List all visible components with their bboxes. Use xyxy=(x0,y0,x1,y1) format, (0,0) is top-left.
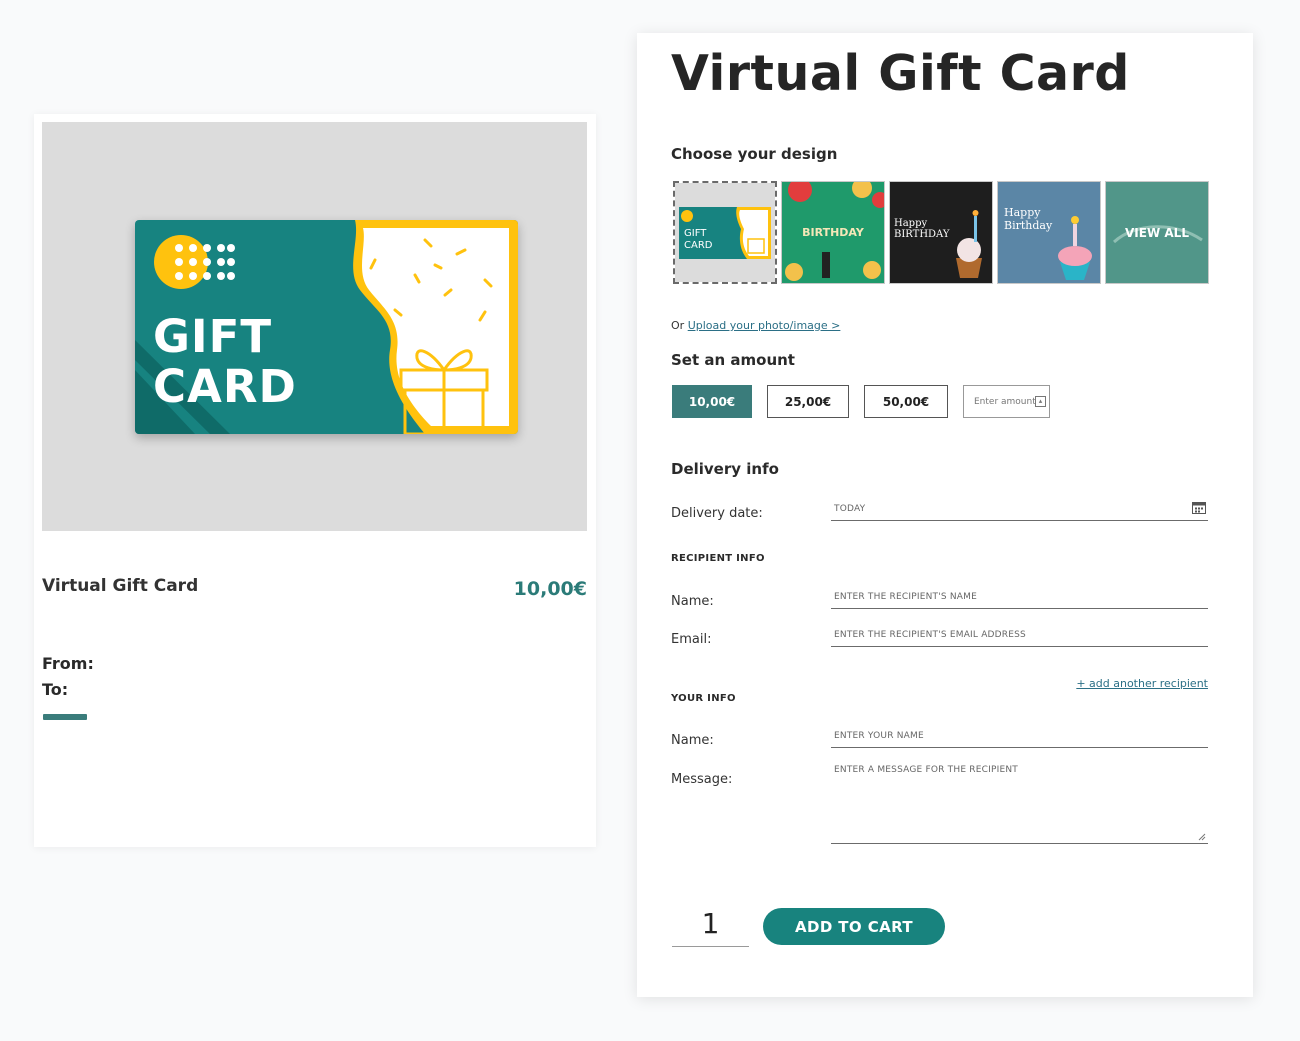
design-label: BIRTHDAY xyxy=(802,226,864,239)
delivery-date-label: Delivery date: xyxy=(671,506,763,521)
custom-amount-input[interactable]: Enter amount ▴ xyxy=(963,385,1050,418)
gift-card-preview: GIFT CARD Virtual Gift Card 10,00€ From:… xyxy=(34,114,596,847)
design-label: GIFT CARD xyxy=(684,228,713,251)
upload-line: Or Upload your photo/image > xyxy=(671,319,840,332)
preview-price: 10,00€ xyxy=(513,578,587,600)
page-title: Virtual Gift Card xyxy=(671,45,1130,102)
view-all-designs-button[interactable]: VIEW ALL xyxy=(1105,181,1209,284)
gift-card-artwork: GIFT CARD xyxy=(135,220,518,434)
amount-option-10[interactable]: 10,00€ xyxy=(672,385,752,418)
preview-accent-bar xyxy=(43,714,87,720)
delivery-date-value: TODAY xyxy=(834,504,866,514)
amount-option-50[interactable]: 50,00€ xyxy=(864,385,948,418)
recipient-email-label: Email: xyxy=(671,632,712,647)
recipient-section-label: RECIPIENT INFO xyxy=(671,553,765,564)
gift-card-form: Virtual Gift Card Choose your design GIF… xyxy=(637,33,1253,997)
your-name-input[interactable]: ENTER YOUR NAME xyxy=(831,731,1208,748)
amount-option-25[interactable]: 25,00€ xyxy=(767,385,849,418)
preview-product-name: Virtual Gift Card xyxy=(42,576,199,596)
preview-image: GIFT CARD xyxy=(42,122,587,531)
preview-from-label: From: xyxy=(42,654,94,673)
design-picker: GIFT CARD BIRTHDAY Happy BIRTHDAY Happy … xyxy=(673,181,1209,284)
calendar-icon[interactable] xyxy=(1192,501,1206,514)
upload-photo-link[interactable]: Upload your photo/image > xyxy=(688,319,841,332)
amount-options: 10,00€ 25,00€ 50,00€ Enter amount ▴ xyxy=(672,385,1050,418)
quantity-input[interactable]: 1 xyxy=(672,901,749,947)
resize-handle-icon[interactable] xyxy=(1198,833,1206,841)
recipient-name-input[interactable]: ENTER THE RECIPIENT'S NAME xyxy=(831,592,1208,609)
message-placeholder: ENTER A MESSAGE FOR THE RECIPIENT xyxy=(834,765,1018,775)
your-name-label: Name: xyxy=(671,733,714,748)
view-all-label: VIEW ALL xyxy=(1125,226,1189,240)
your-info-section-label: YOUR INFO xyxy=(671,693,736,704)
design-option-happy-birthday-chalk[interactable]: Happy BIRTHDAY xyxy=(889,181,993,284)
design-option-gift-card[interactable]: GIFT CARD xyxy=(673,181,777,284)
design-section-label: Choose your design xyxy=(671,145,838,163)
design-label: Happy Birthday xyxy=(1004,206,1053,232)
design-option-birthday[interactable]: BIRTHDAY xyxy=(781,181,885,284)
gift-card-title: GIFT CARD xyxy=(153,310,297,413)
design-option-cupcake[interactable]: Happy Birthday xyxy=(997,181,1101,284)
message-textarea[interactable]: ENTER A MESSAGE FOR THE RECIPIENT xyxy=(831,765,1208,844)
design-label: Happy BIRTHDAY xyxy=(894,218,950,240)
amount-section-label: Set an amount xyxy=(671,351,795,369)
spinner-icon[interactable]: ▴ xyxy=(1035,396,1046,407)
add-recipient-link[interactable]: + add another recipient xyxy=(1076,677,1208,690)
add-to-cart-button[interactable]: ADD TO CART xyxy=(763,908,945,945)
preview-to-label: To: xyxy=(42,680,69,699)
delivery-date-field[interactable]: TODAY xyxy=(831,501,1208,521)
upload-prefix: Or xyxy=(671,319,685,332)
custom-amount-placeholder: Enter amount xyxy=(974,397,1036,407)
message-label: Message: xyxy=(671,772,733,787)
recipient-name-label: Name: xyxy=(671,594,714,609)
delivery-section-label: Delivery info xyxy=(671,460,779,478)
recipient-email-input[interactable]: ENTER THE RECIPIENT'S EMAIL ADDRESS xyxy=(831,630,1208,647)
